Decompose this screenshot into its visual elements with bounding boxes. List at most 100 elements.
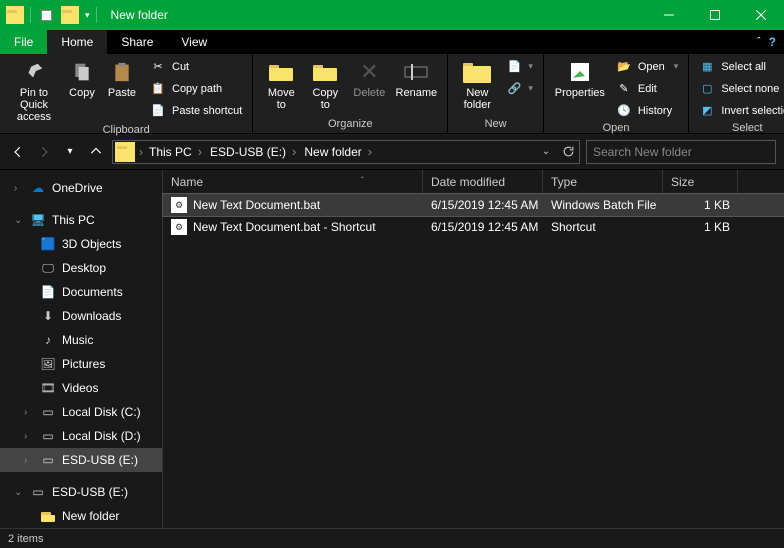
properties-icon[interactable] [37,6,55,24]
scissors-icon: ✂ [150,59,166,75]
breadcrumb[interactable]: This PC [145,144,206,159]
paste-button[interactable]: Paste [102,56,142,99]
file-list: Nameˆ Date modified Type Size ⚙New Text … [163,170,784,528]
usb-icon: ▭ [30,484,46,500]
table-row[interactable]: ⚙New Text Document.bat6/15/2019 12:45 AM… [163,194,784,216]
cloud-icon: ☁ [30,180,46,196]
back-button[interactable] [8,142,28,162]
copy-to-button[interactable]: Copy to [303,56,347,111]
pc-icon: 🖥 [30,212,46,228]
pin-to-quick-access-button[interactable]: Pin to Quick access [6,56,62,123]
properties-button[interactable]: Properties [550,56,610,99]
videos-icon: 🎞 [40,380,56,396]
folder-icon [115,142,135,162]
tree-onedrive[interactable]: ›☁OneDrive [0,176,162,200]
close-button[interactable] [738,0,784,30]
group-label: Organize [259,117,441,133]
group-new: New folder 📄▾ 🔗▾ New [448,54,544,133]
rename-button[interactable]: Rename [391,56,441,99]
music-icon: ♪ [40,332,56,348]
help-icon[interactable]: ? [769,35,776,49]
desktop-icon: 🖵 [40,260,56,276]
search-input[interactable]: Search New folder [586,140,776,164]
navigation-tree: ›☁OneDrive ⌄🖥This PC 🟦3D Objects🖵Desktop… [0,170,163,528]
ribbon-tabs: File Home Share View ˆ ? [0,30,784,54]
pictures-icon: 🖼 [40,356,56,372]
tab-file[interactable]: File [0,30,47,54]
tree-esd-usb[interactable]: ⌄▭ESD-USB (E:) [0,480,162,504]
column-name[interactable]: Nameˆ [163,170,423,193]
tree-new-folder[interactable]: New folder [0,504,162,528]
invert-selection-button[interactable]: ◩Invert selection [695,100,784,121]
tree-item[interactable]: ›▭Local Disk (D:) [0,424,162,448]
easy-access-button[interactable]: 🔗▾ [502,78,537,99]
tab-home[interactable]: Home [47,30,107,54]
new-folder-button[interactable]: New folder [454,56,500,111]
column-size[interactable]: Size [663,170,738,193]
drive-icon: ▭ [40,404,56,420]
paste-shortcut-button[interactable]: 📄Paste shortcut [146,100,246,121]
usb-icon: ▭ [40,452,56,468]
select-none-icon: ▢ [699,81,715,97]
file-icon: ⚙ [171,197,187,213]
tab-share[interactable]: Share [107,30,167,54]
copy-path-button[interactable]: 📋Copy path [146,78,246,99]
breadcrumb[interactable]: ESD-USB (E:) [206,144,300,159]
paste-icon [106,58,138,86]
copy-button[interactable]: Copy [62,56,102,99]
history-button[interactable]: 🕓History [612,100,682,121]
tree-item[interactable]: ›▭ESD-USB (E:) [0,448,162,472]
documents-icon: 📄 [40,284,56,300]
move-to-button[interactable]: Move to [259,56,303,111]
cut-button[interactable]: ✂Cut [146,56,246,77]
tree-item[interactable]: ⬇Downloads [0,304,162,328]
pin-icon [18,58,50,86]
separator [30,7,31,23]
folder-icon [6,6,24,24]
tab-view[interactable]: View [167,30,221,54]
copy-icon [66,58,98,86]
window-buttons [646,0,784,30]
table-row[interactable]: ⚙New Text Document.bat - Shortcut6/15/20… [163,216,784,238]
select-none-button[interactable]: ▢Select none [695,78,784,99]
group-organize: Move to Copy to ✕Delete Rename Organize [253,54,448,133]
breadcrumb[interactable]: New folder [300,144,376,159]
edit-button[interactable]: ✎Edit [612,78,682,99]
drive-icon: ▭ [40,428,56,444]
rename-icon [400,58,432,86]
tree-item[interactable]: 📄Documents [0,280,162,304]
recent-locations-button[interactable]: ▾ [60,142,80,162]
maximize-button[interactable] [692,0,738,30]
chevron-up-icon[interactable]: ˆ [757,36,761,48]
tree-item[interactable]: 🟦3D Objects [0,232,162,256]
open-button[interactable]: 📂Open▾ [612,56,682,77]
up-button[interactable] [86,142,106,162]
tree-item[interactable]: ›▭Local Disk (C:) [0,400,162,424]
group-label: New [454,117,537,133]
tree-item[interactable]: 🎞Videos [0,376,162,400]
group-label: Select [695,121,784,137]
qat-dropdown-icon[interactable]: ▾ [85,10,90,21]
tree-item[interactable]: 🖼Pictures [0,352,162,376]
open-icon: 📂 [616,59,632,75]
quick-access-toolbar: ▾ [0,6,103,24]
group-label: Open [550,121,682,137]
tree-this-pc[interactable]: ⌄🖥This PC [0,208,162,232]
address-bar[interactable]: › This PC ESD-USB (E:) New folder ⌄ [112,140,580,164]
delete-button[interactable]: ✕Delete [347,56,391,99]
column-type[interactable]: Type [543,170,663,193]
new-item-button[interactable]: 📄▾ [502,56,537,77]
tree-item[interactable]: ♪Music [0,328,162,352]
refresh-button[interactable] [557,145,579,158]
new-item-icon: 📄 [506,59,522,75]
address-dropdown-button[interactable]: ⌄ [535,146,557,157]
column-date[interactable]: Date modified [423,170,543,193]
select-all-button[interactable]: ▦Select all [695,56,784,77]
forward-button[interactable] [34,142,54,162]
group-select: ▦Select all ▢Select none ◩Invert selecti… [689,54,784,133]
downloads-icon: ⬇ [40,308,56,324]
group-clipboard: Pin to Quick access Copy Paste ✂Cut 📋Cop… [0,54,253,133]
minimize-button[interactable] [646,0,692,30]
tree-item[interactable]: 🖵Desktop [0,256,162,280]
new-folder-qat-icon[interactable] [61,6,79,24]
